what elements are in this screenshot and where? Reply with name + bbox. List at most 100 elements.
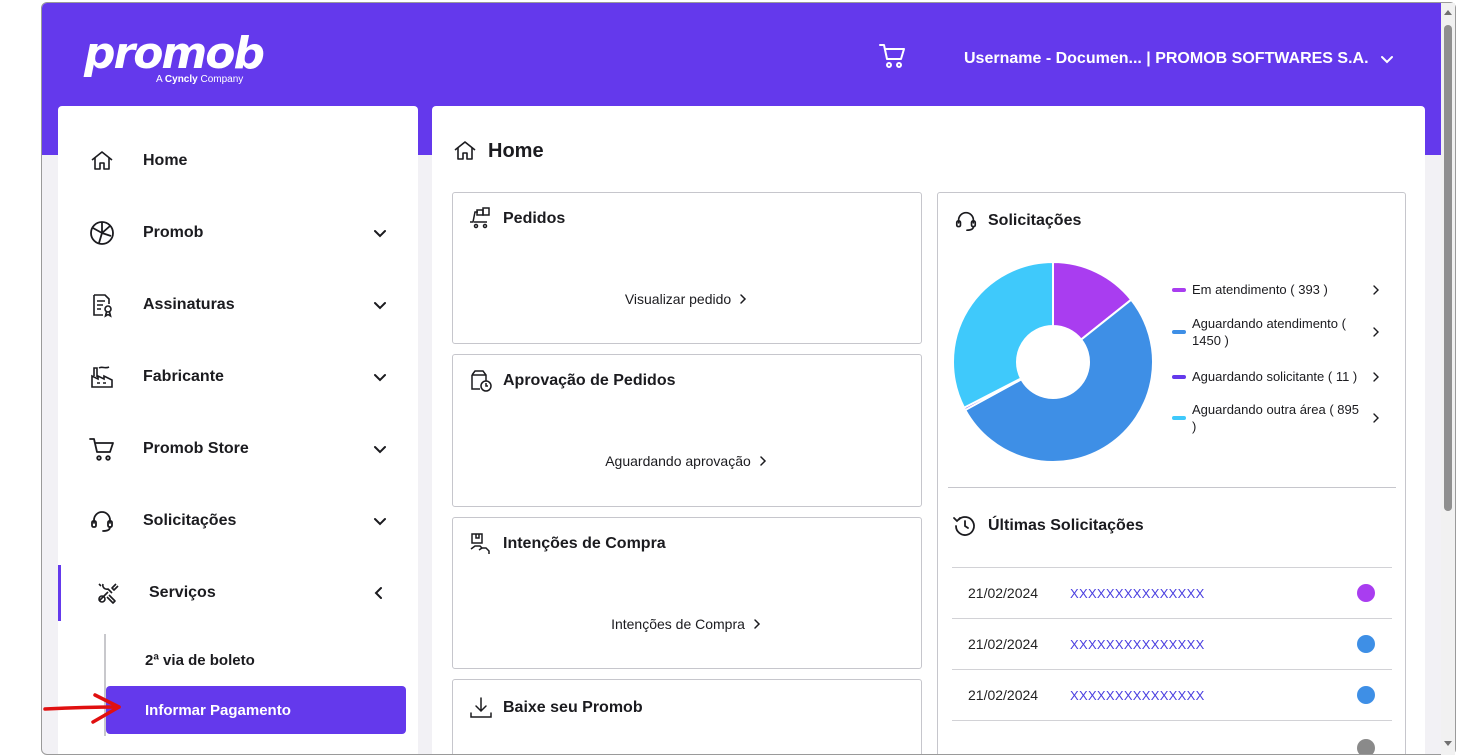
chevron-down-icon bbox=[374, 374, 386, 382]
legend-item-aguardando-outra-area[interactable]: Aguardando outra área ( 895 ) bbox=[1172, 401, 1382, 435]
cart-icon[interactable] bbox=[878, 41, 908, 71]
sidebar-subitem-2a-via-boleto[interactable]: 2ª via de boleto bbox=[106, 636, 406, 684]
sidebar-item-label: Promob bbox=[143, 224, 204, 241]
chevron-down-icon bbox=[374, 518, 386, 526]
sidebar-item-fabricante[interactable]: Fabricante bbox=[58, 349, 418, 405]
box-clock-icon bbox=[471, 370, 492, 392]
main-content: Home Pedidos Visualizar pedido Aprovação… bbox=[432, 106, 1425, 754]
logo-sub-brand: Cyncly bbox=[164, 74, 198, 85]
legend-text: Aguardando atendimento ( 1450 ) bbox=[1192, 316, 1346, 348]
sidebar-item-label: Home bbox=[143, 152, 188, 169]
intencoes-compra-link[interactable]: Intenções de Compra bbox=[453, 616, 921, 632]
chevron-right-icon bbox=[1373, 371, 1379, 382]
logo-word: promob bbox=[84, 28, 265, 79]
sidebar-item-label: Fabricante bbox=[143, 368, 224, 385]
status-dot bbox=[1357, 584, 1375, 602]
chevron-right-icon bbox=[1373, 413, 1379, 423]
chevron-left-icon bbox=[374, 587, 382, 599]
request-id[interactable]: XXXXXXXXXXXXXXX bbox=[1070, 586, 1205, 601]
panel-divider bbox=[948, 487, 1396, 488]
promob-logo-icon bbox=[88, 219, 116, 247]
download-icon bbox=[470, 697, 492, 718]
legend-item-aguardando-atendimento[interactable]: Aguardando atendimento ( 1450 ) bbox=[1172, 315, 1382, 349]
sidebar-item-promob-store[interactable]: Promob Store bbox=[58, 421, 418, 477]
factory-icon bbox=[88, 363, 116, 391]
request-date: 21/02/2024 bbox=[968, 636, 1039, 652]
legend-text: Em atendimento ( 393 ) bbox=[1192, 282, 1328, 297]
card-link-text: Aguardando aprovação bbox=[605, 453, 751, 469]
scrollbar-thumb[interactable] bbox=[1444, 25, 1452, 511]
table-row[interactable]: 21/02/2024 XXXXXXXXXXXXXXX bbox=[952, 567, 1392, 618]
card-link-text: Intenções de Compra bbox=[611, 616, 745, 632]
scroll-down-arrow-icon[interactable] bbox=[1444, 739, 1452, 747]
ultimas-solicitacoes-header: Últimas Solicitações bbox=[952, 513, 1144, 539]
card-header: Pedidos bbox=[469, 207, 565, 231]
solicitacoes-donut-chart bbox=[952, 261, 1154, 463]
request-date: 21/02/2024 bbox=[968, 687, 1039, 703]
panel-title: Solicitações bbox=[988, 212, 1082, 229]
donut-slice-aguardando-outra-area[interactable] bbox=[952, 261, 1054, 410]
card-pedidos: Pedidos Visualizar pedido bbox=[452, 192, 922, 344]
chevron-right-icon bbox=[740, 294, 747, 304]
home-icon bbox=[454, 141, 476, 160]
sidebar-item-assinaturas[interactable]: Assinaturas bbox=[58, 277, 418, 333]
sidebar: Home Promob Assinaturas Fabricante Promo… bbox=[58, 106, 418, 754]
card-aprovacao-pedidos: Aprovação de Pedidos Aguardando aprovaçã… bbox=[452, 354, 922, 507]
legend-item-aguardando-solicitante[interactable]: Aguardando solicitante ( 11 ) bbox=[1172, 368, 1382, 385]
sidebar-item-label: Serviços bbox=[149, 584, 216, 601]
legend-swatch bbox=[1172, 416, 1186, 420]
request-id[interactable]: XXXXXXXXXXXXXXX bbox=[1070, 688, 1205, 703]
status-dot bbox=[1357, 739, 1375, 754]
history-icon bbox=[953, 516, 975, 536]
user-menu-label: Username - Documen... | PROMOB SOFTWARES… bbox=[964, 50, 1369, 67]
promob-logo[interactable]: promob A Cyncly Company bbox=[84, 28, 265, 86]
legend-swatch bbox=[1172, 330, 1186, 334]
logo-subtitle: A Cyncly Company bbox=[156, 74, 243, 85]
sidebar-item-label: Assinaturas bbox=[143, 296, 235, 313]
box-hand-icon bbox=[470, 533, 490, 554]
sidebar-item-servicos[interactable]: Serviços bbox=[58, 565, 418, 621]
chevron-right-icon bbox=[754, 619, 760, 629]
table-row[interactable]: 21/02/2024 XXXXXXXXXXXXXXX bbox=[952, 618, 1392, 669]
sidebar-item-solicitacoes[interactable]: Solicitações bbox=[58, 493, 418, 549]
table-row[interactable] bbox=[952, 720, 1392, 754]
status-dot bbox=[1357, 686, 1375, 704]
chevron-down-icon bbox=[1380, 56, 1393, 64]
page-title: Home bbox=[452, 138, 544, 164]
sidebar-item-label: Promob Store bbox=[143, 440, 249, 457]
page-title-text: Home bbox=[488, 139, 544, 162]
card-link-text: Visualizar pedido bbox=[624, 291, 732, 307]
sidebar-item-promob[interactable]: Promob bbox=[58, 205, 418, 261]
page-scrollbar[interactable] bbox=[1441, 3, 1455, 755]
card-title: Baixe seu Promob bbox=[503, 699, 643, 716]
card-header: Intenções de Compra bbox=[469, 532, 666, 556]
card-intencoes-compra: Intenções de Compra Intenções de Compra bbox=[452, 517, 922, 669]
request-date: 21/02/2024 bbox=[968, 585, 1039, 601]
legend-item-em-atendimento[interactable]: Em atendimento ( 393 ) bbox=[1172, 281, 1382, 298]
legend-text: Aguardando solicitante ( 11 ) bbox=[1192, 369, 1358, 384]
chevron-down-icon bbox=[374, 230, 386, 238]
scroll-up-arrow-icon[interactable] bbox=[1444, 9, 1452, 17]
table-row[interactable]: 21/02/2024 XXXXXXXXXXXXXXX bbox=[952, 669, 1392, 720]
user-menu[interactable]: Username - Documen... | PROMOB SOFTWARES… bbox=[964, 47, 1395, 71]
sidebar-subitem-informar-pagamento[interactable]: Informar Pagamento bbox=[106, 686, 406, 734]
request-id[interactable]: XXXXXXXXXXXXXXX bbox=[1070, 637, 1205, 652]
chevron-down-icon bbox=[374, 302, 386, 310]
legend-swatch bbox=[1172, 287, 1186, 292]
sidebar-item-label: Solicitações bbox=[143, 512, 237, 529]
aguardando-aprovacao-link[interactable]: Aguardando aprovação bbox=[453, 453, 921, 469]
home-icon bbox=[88, 147, 116, 175]
status-dot bbox=[1357, 635, 1375, 653]
chevron-right-icon bbox=[760, 456, 766, 466]
card-header: Aprovação de Pedidos bbox=[469, 369, 676, 393]
package-cart-icon bbox=[470, 207, 490, 229]
visualizar-pedido-link[interactable]: Visualizar pedido bbox=[453, 291, 921, 307]
chevron-right-icon bbox=[1373, 284, 1379, 295]
panel-header: Solicitações bbox=[954, 209, 1081, 233]
sidebar-item-home[interactable]: Home bbox=[58, 133, 418, 189]
browser-frame: promob A Cyncly Company Username - Docum… bbox=[41, 2, 1456, 755]
chevron-right-icon bbox=[1373, 327, 1379, 337]
headset-icon bbox=[88, 507, 116, 535]
chevron-down-icon bbox=[374, 446, 386, 454]
tools-icon bbox=[94, 579, 122, 607]
